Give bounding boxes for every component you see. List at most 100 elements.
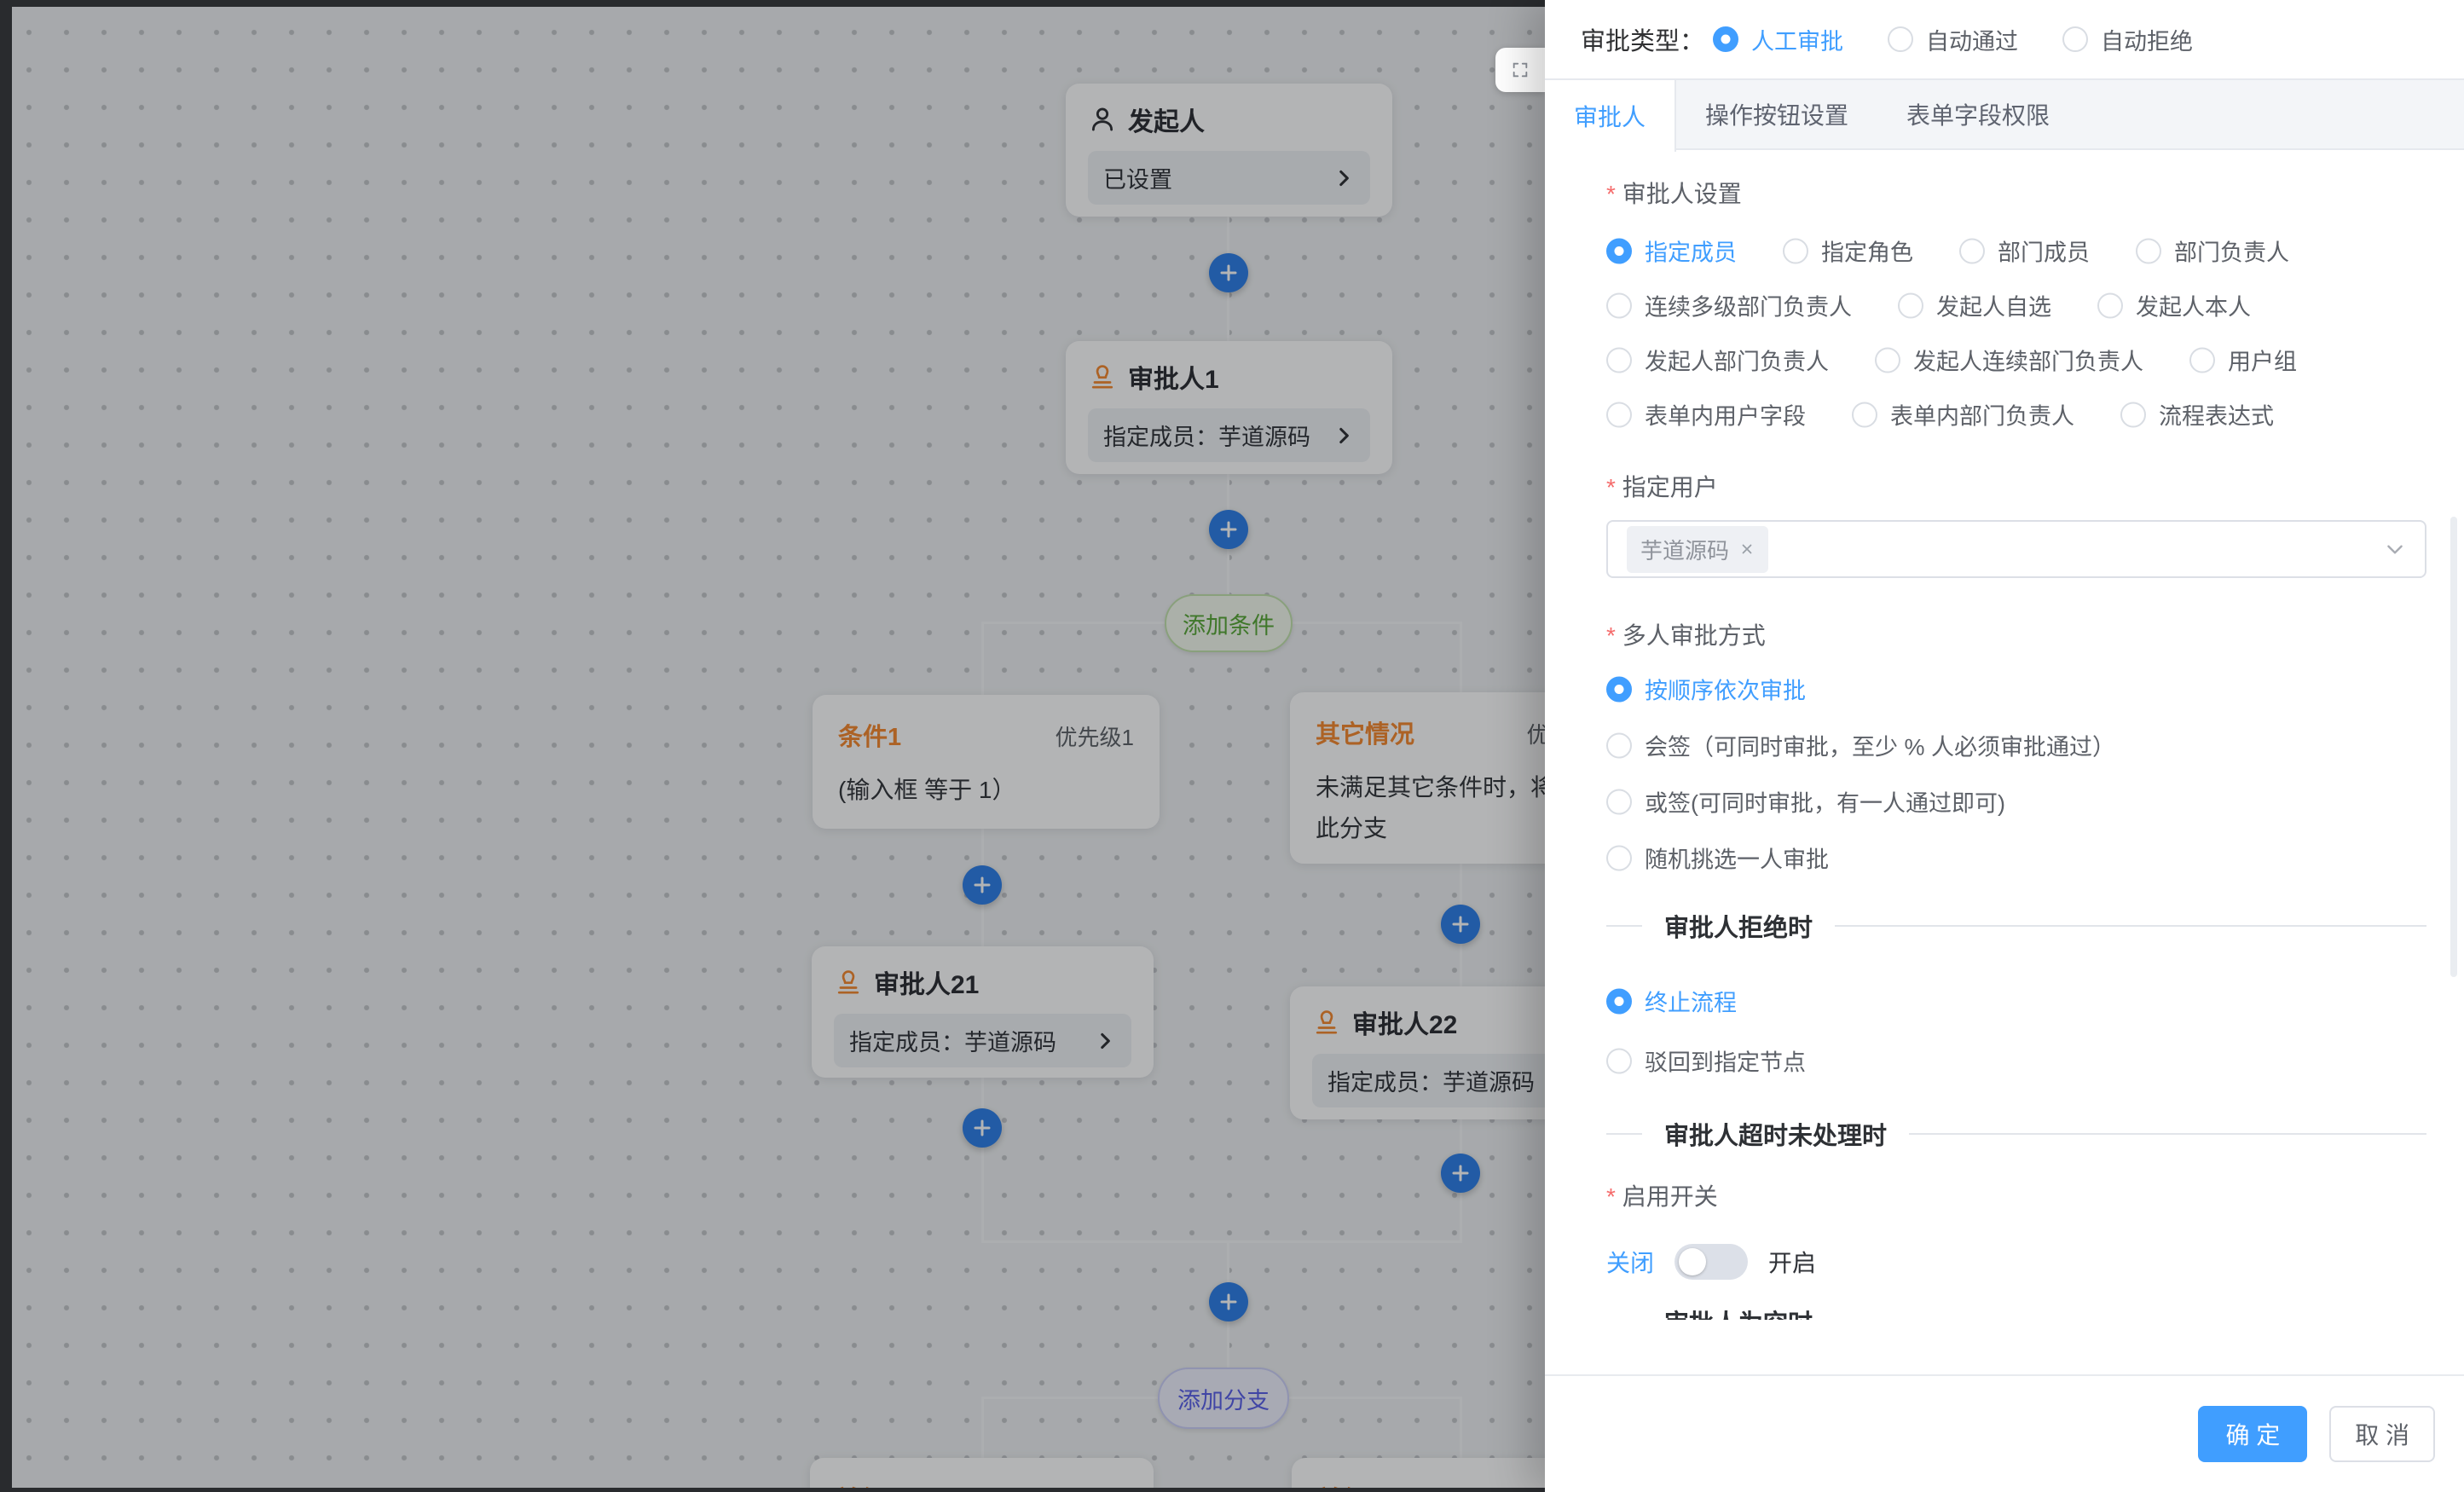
radio-label: 发起人本人 bbox=[2136, 289, 2251, 322]
radio-auto-pass[interactable]: 自动通过 bbox=[1888, 23, 2018, 56]
radio-icon bbox=[1606, 789, 1632, 814]
radio-terminate-process[interactable]: 终止流程 bbox=[1606, 985, 1737, 1018]
cancel-button[interactable]: 取 消 bbox=[2329, 1406, 2435, 1462]
radio-label: 人工审批 bbox=[1751, 23, 1843, 56]
tab-approver[interactable]: 审批人 bbox=[1545, 80, 1676, 152]
radio-icon bbox=[1606, 988, 1632, 1014]
radio-form-user-field[interactable]: 表单内用户字段 bbox=[1606, 398, 1806, 431]
radio-process-expression[interactable]: 流程表达式 bbox=[2120, 398, 2274, 431]
radio-label: 表单内用户字段 bbox=[1645, 398, 1806, 431]
radio-icon bbox=[1875, 347, 1900, 373]
radio-label: 指定角色 bbox=[1821, 234, 1913, 268]
approver-settings-drawer: 审批类型： 人工审批 自动通过 自动拒绝 审批人 操作按钮设置 表单字 bbox=[1545, 0, 2464, 1492]
switch-off-label: 关闭 bbox=[1606, 1245, 1654, 1279]
radio-label: 发起人自选 bbox=[1936, 289, 2051, 322]
approver-setting-label: 审批人设置 bbox=[1606, 176, 2426, 210]
canvas-zoom-toolbar[interactable] bbox=[1495, 48, 1545, 92]
enable-toggle[interactable] bbox=[1674, 1244, 1748, 1280]
radio-label: 发起人连续部门负责人 bbox=[1913, 344, 2143, 377]
section-title: 审批人拒绝时 bbox=[1642, 908, 1835, 944]
drawer-tabs: 审批人 操作按钮设置 表单字段权限 bbox=[1545, 78, 2464, 150]
radio-label: 自动通过 bbox=[1926, 23, 2018, 56]
radio-label: 终止流程 bbox=[1645, 985, 1737, 1018]
radio-return-to-node[interactable]: 驳回到指定节点 bbox=[1606, 1044, 1806, 1078]
radio-icon bbox=[1606, 238, 1632, 263]
confirm-button[interactable]: 确 定 bbox=[2198, 1406, 2307, 1462]
radio-icon bbox=[1606, 292, 1632, 318]
radio-icon bbox=[1783, 238, 1808, 263]
radio-auto-reject[interactable]: 自动拒绝 bbox=[2062, 23, 2193, 56]
approver-setting-row1: 指定成员 指定角色 部门成员 部门负责人 bbox=[1606, 234, 2426, 268]
radio-label: 表单内部门负责人 bbox=[1890, 398, 2074, 431]
drawer-header: 审批类型： 人工审批 自动通过 自动拒绝 bbox=[1545, 0, 2464, 78]
tag-remove-icon[interactable] bbox=[1739, 541, 1755, 557]
drawer-body: 审批人设置 指定成员 指定角色 部门成员 部门负责人 bbox=[1545, 150, 2464, 1320]
radio-label: 自动拒绝 bbox=[2101, 23, 2193, 56]
radio-icon bbox=[1606, 732, 1632, 758]
radio-form-dept-leader[interactable]: 表单内部门负责人 bbox=[1852, 398, 2074, 431]
radio-dept-member[interactable]: 部门成员 bbox=[1959, 234, 2090, 268]
switch-on-label: 开启 bbox=[1768, 1245, 1816, 1279]
timeout-switch-row: 关闭 开启 bbox=[1606, 1244, 2426, 1280]
radio-assign-role[interactable]: 指定角色 bbox=[1783, 234, 1913, 268]
radio-user-group[interactable]: 用户组 bbox=[2189, 344, 2297, 377]
tab-action-buttons[interactable]: 操作按钮设置 bbox=[1676, 80, 1877, 148]
radio-label: 部门负责人 bbox=[2174, 234, 2289, 268]
radio-assign-member[interactable]: 指定成员 bbox=[1606, 234, 1737, 268]
radio-icon bbox=[1852, 402, 1877, 427]
chevron-down-icon bbox=[2384, 538, 2406, 560]
reject-section-divider: 审批人拒绝时 bbox=[1606, 908, 2426, 944]
multi-mode-option-row: 会签（可同时审批，至少 % 人必须审批通过） bbox=[1606, 729, 2426, 762]
radio-label: 会签（可同时审批，至少 % 人必须审批通过） bbox=[1645, 729, 2115, 762]
assign-user-label: 指定用户 bbox=[1606, 469, 2426, 503]
reject-option-row: 驳回到指定节点 bbox=[1606, 1044, 2426, 1078]
radio-random-one[interactable]: 随机挑选一人审批 bbox=[1606, 841, 1829, 875]
drawer-scrollbar[interactable] bbox=[2450, 517, 2457, 977]
radio-label: 流程表达式 bbox=[2159, 398, 2274, 431]
multi-approve-mode-label: 多人审批方式 bbox=[1606, 617, 2426, 651]
radio-label: 驳回到指定节点 bbox=[1645, 1044, 1806, 1078]
radio-manual-approve[interactable]: 人工审批 bbox=[1713, 23, 1843, 56]
radio-label: 用户组 bbox=[2228, 344, 2297, 377]
radio-icon bbox=[1713, 26, 1738, 52]
canvas-dim-overlay bbox=[0, 0, 1545, 1492]
radio-label: 按顺序依次审批 bbox=[1645, 673, 1806, 706]
fit-screen-icon bbox=[1511, 61, 1530, 79]
user-tag-label: 芋道源码 bbox=[1640, 534, 1729, 565]
multi-mode-option-row: 按顺序依次审批 bbox=[1606, 673, 2426, 706]
empty-section-divider: 审批人为空时 bbox=[1606, 1304, 2426, 1320]
radio-icon bbox=[2120, 402, 2146, 427]
approve-type-radio-group: 人工审批 自动通过 自动拒绝 bbox=[1713, 23, 2193, 56]
user-tag: 芋道源码 bbox=[1627, 526, 1768, 573]
radio-sequential-approve[interactable]: 按顺序依次审批 bbox=[1606, 673, 1806, 706]
drawer-footer: 确 定 取 消 bbox=[1545, 1374, 2464, 1492]
radio-initiator-self[interactable]: 发起人本人 bbox=[2097, 289, 2251, 322]
radio-icon bbox=[2136, 238, 2161, 263]
multi-mode-option-row: 随机挑选一人审批 bbox=[1606, 841, 2426, 875]
radio-icon bbox=[2062, 26, 2088, 52]
multi-mode-option-row: 或签(可同时审批，有一人通过即可) bbox=[1606, 785, 2426, 818]
radio-icon bbox=[1959, 238, 1985, 263]
radio-dept-leader[interactable]: 部门负责人 bbox=[2136, 234, 2289, 268]
radio-label: 指定成员 bbox=[1645, 234, 1737, 268]
radio-initiator-choose[interactable]: 发起人自选 bbox=[1898, 289, 2051, 322]
radio-multi-level-dept-leader[interactable]: 连续多级部门负责人 bbox=[1606, 289, 1852, 322]
radio-label: 随机挑选一人审批 bbox=[1645, 841, 1829, 875]
approver-setting-row4: 表单内用户字段 表单内部门负责人 流程表达式 bbox=[1606, 398, 2426, 431]
assign-user-select[interactable]: 芋道源码 bbox=[1606, 520, 2426, 578]
radio-icon bbox=[2189, 347, 2215, 373]
section-title: 审批人为空时 bbox=[1642, 1304, 1835, 1320]
approver-setting-row2: 连续多级部门负责人 发起人自选 发起人本人 bbox=[1606, 289, 2426, 322]
radio-label: 连续多级部门负责人 bbox=[1645, 289, 1852, 322]
radio-icon bbox=[1606, 845, 1632, 870]
approve-type-label: 审批类型： bbox=[1581, 21, 1704, 57]
timeout-section-divider: 审批人超时未处理时 bbox=[1606, 1116, 2426, 1152]
radio-countersign[interactable]: 会签（可同时审批，至少 % 人必须审批通过） bbox=[1606, 729, 2115, 762]
radio-icon bbox=[1606, 1048, 1632, 1073]
radio-initiator-multi-dept-leader[interactable]: 发起人连续部门负责人 bbox=[1875, 344, 2143, 377]
radio-initiator-dept-leader[interactable]: 发起人部门负责人 bbox=[1606, 344, 1829, 377]
approver-setting-row3: 发起人部门负责人 发起人连续部门负责人 用户组 bbox=[1606, 344, 2426, 377]
radio-label: 发起人部门负责人 bbox=[1645, 344, 1829, 377]
radio-orsign[interactable]: 或签(可同时审批，有一人通过即可) bbox=[1606, 785, 2005, 818]
tab-form-field-permission[interactable]: 表单字段权限 bbox=[1877, 80, 2079, 148]
